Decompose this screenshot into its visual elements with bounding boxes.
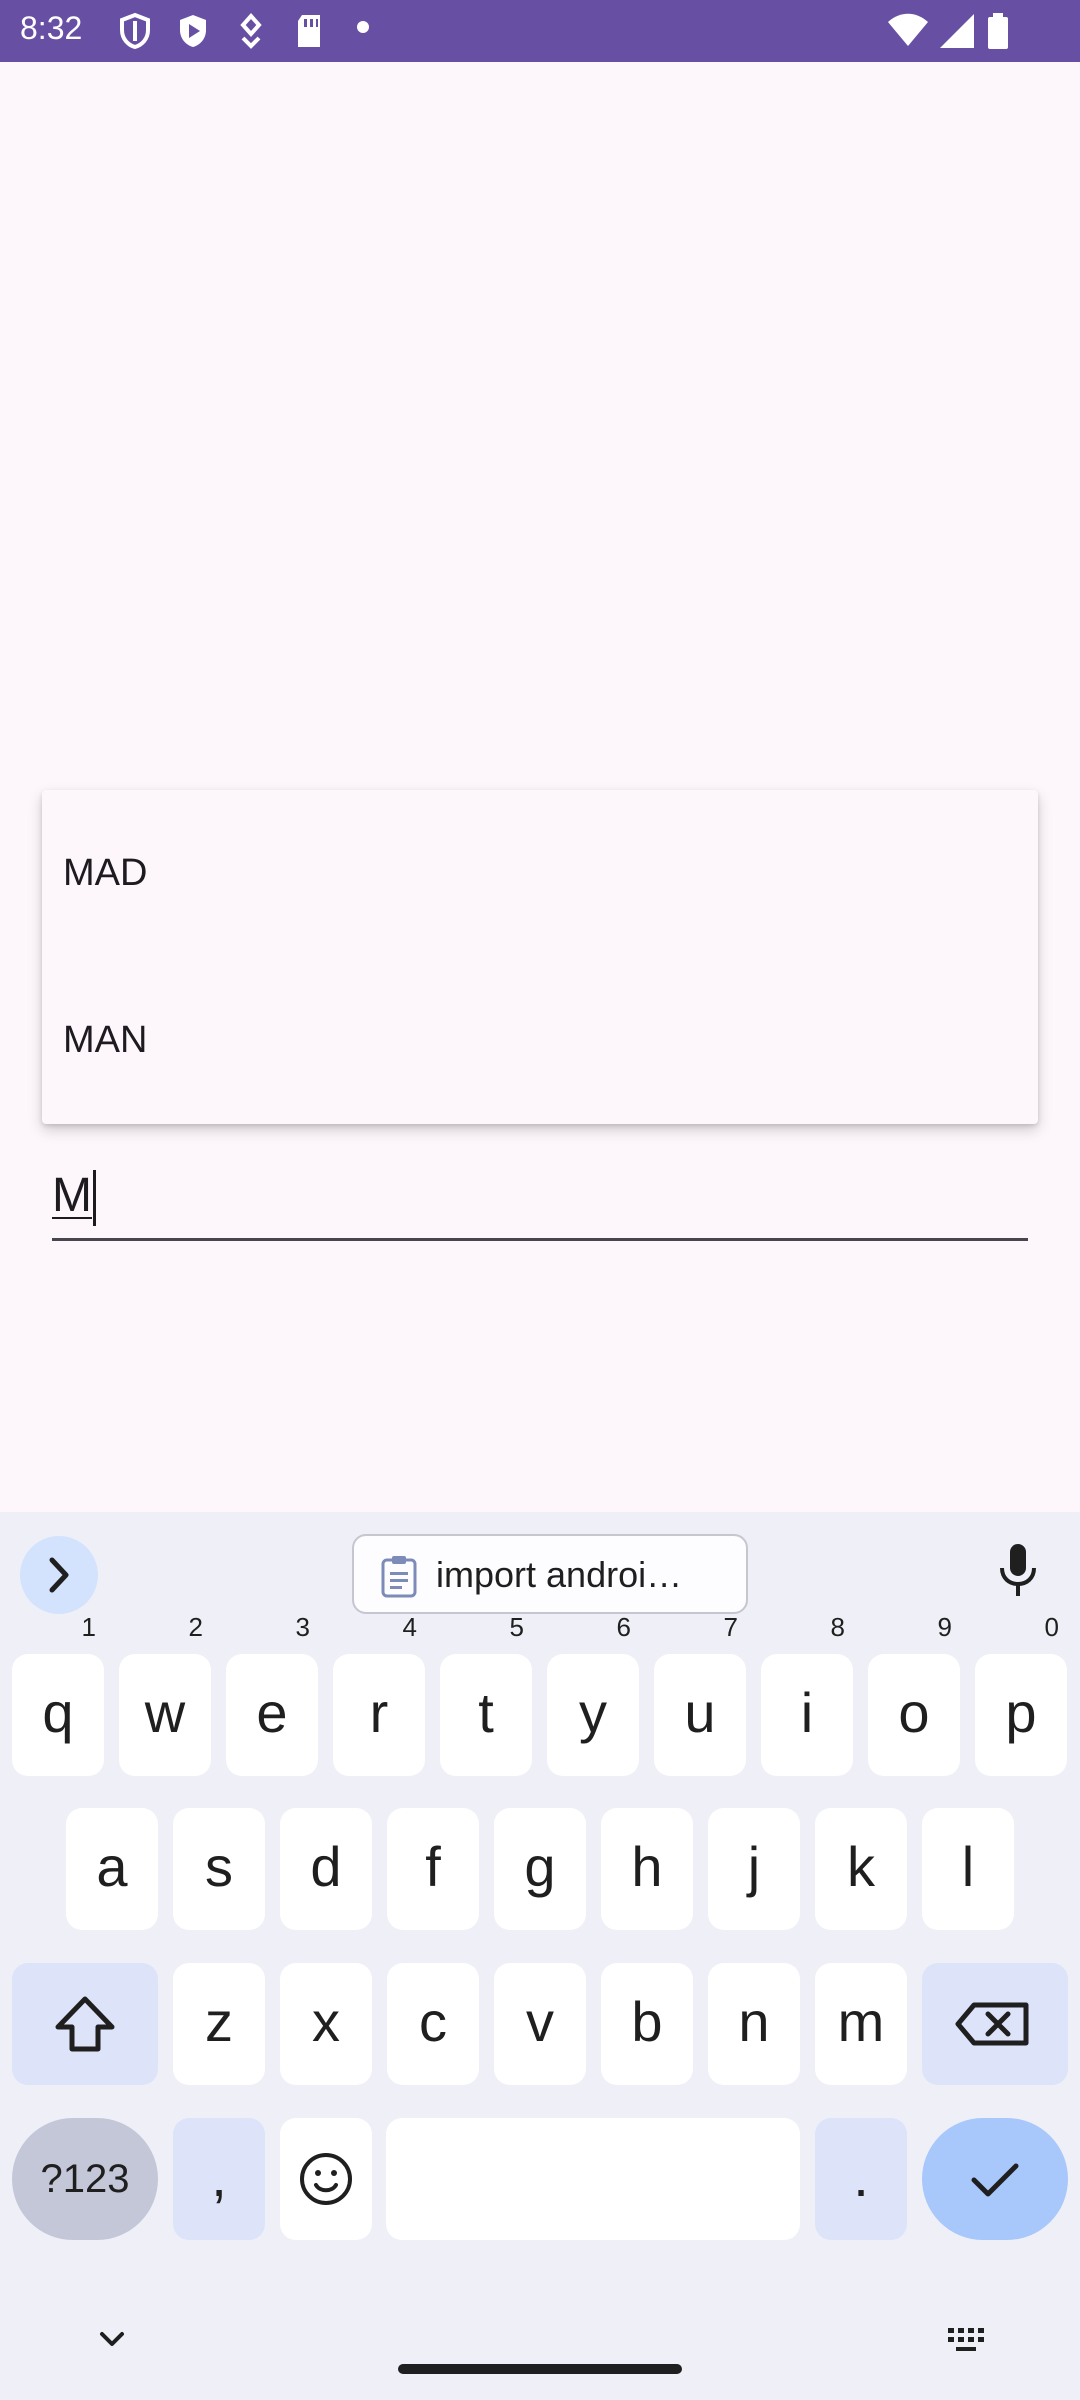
key-x[interactable]: x xyxy=(280,1963,372,2085)
key-label: t xyxy=(478,1681,494,1744)
key-label: q xyxy=(42,1681,74,1744)
key-hint: 2 xyxy=(188,1612,203,1642)
key-o[interactable]: 9o xyxy=(868,1614,960,1776)
key-label: e xyxy=(256,1681,288,1744)
key-hint: 5 xyxy=(509,1612,524,1642)
status-time: 8:32 xyxy=(20,10,83,46)
key-m[interactable]: m xyxy=(815,1963,907,2085)
key-z[interactable]: z xyxy=(173,1963,265,2085)
chevron-down-icon[interactable] xyxy=(92,2320,132,2360)
key-y[interactable]: 6y xyxy=(547,1614,639,1776)
key-hint: 4 xyxy=(402,1612,417,1642)
key-hint: 1 xyxy=(81,1612,96,1642)
key-f[interactable]: f xyxy=(387,1808,479,1930)
key-r[interactable]: 4r xyxy=(333,1614,425,1776)
clipboard-suggestion-chip[interactable]: import androi… xyxy=(352,1534,748,1614)
check-icon xyxy=(971,2163,1019,2197)
expand-toolbar-button[interactable] xyxy=(20,1536,98,1614)
backspace-key[interactable] xyxy=(922,1963,1068,2085)
accessibility-icon xyxy=(240,12,262,49)
key-w[interactable]: 2w xyxy=(119,1614,211,1776)
key-q[interactable]: 1q xyxy=(12,1614,104,1776)
play-protect-icon xyxy=(180,15,206,47)
key-hint: 7 xyxy=(723,1612,738,1642)
shift-key[interactable] xyxy=(12,1963,158,2085)
shift-icon xyxy=(55,1996,115,2052)
clipboard-icon xyxy=(381,1556,417,1598)
key-label: u xyxy=(684,1681,716,1744)
text-field-value: M xyxy=(52,1169,92,1222)
key-l[interactable]: l xyxy=(922,1808,1014,1930)
autocomplete-text-field[interactable]: M xyxy=(52,1160,1028,1241)
mic-icon[interactable] xyxy=(996,1542,1040,1602)
key-label: i xyxy=(800,1681,814,1744)
key-hint: 0 xyxy=(1044,1612,1059,1642)
key-k[interactable]: k xyxy=(815,1808,907,1930)
key-label: r xyxy=(369,1681,389,1744)
autocomplete-dropdown: MAD MAN xyxy=(42,790,1038,1124)
key-i[interactable]: 8i xyxy=(761,1614,853,1776)
emoji-key[interactable] xyxy=(280,2118,372,2240)
chevron-right-icon xyxy=(49,1557,69,1593)
emoji-icon xyxy=(300,2153,352,2205)
dropdown-item-mad[interactable]: MAD xyxy=(42,790,1038,957)
signal-icon xyxy=(940,14,974,48)
key-b[interactable]: b xyxy=(601,1963,693,2085)
key-h[interactable]: h xyxy=(601,1808,693,1930)
key-e[interactable]: 3e xyxy=(226,1614,318,1776)
key-a[interactable]: a xyxy=(66,1808,158,1930)
comma-key[interactable]: , xyxy=(173,2118,265,2240)
key-hint: 9 xyxy=(937,1612,952,1642)
key-s[interactable]: s xyxy=(173,1808,265,1930)
key-t[interactable]: 5t xyxy=(440,1614,532,1776)
status-bar: 8:32 xyxy=(0,0,1080,62)
notification-dot-icon xyxy=(357,21,369,33)
key-label: y xyxy=(579,1681,607,1744)
key-label: p xyxy=(1005,1681,1037,1744)
space-key[interactable] xyxy=(386,2118,800,2240)
key-n[interactable]: n xyxy=(708,1963,800,2085)
period-key[interactable]: . xyxy=(815,2118,907,2240)
key-label: w xyxy=(144,1681,186,1744)
text-caret xyxy=(93,1170,96,1226)
shield-icon xyxy=(120,12,150,50)
clipboard-suggestion-text: import androi… xyxy=(436,1554,683,1595)
symbols-key[interactable]: ?123 xyxy=(12,2118,158,2240)
key-label: o xyxy=(898,1681,930,1744)
home-gesture-bar[interactable] xyxy=(398,2364,682,2374)
battery-icon xyxy=(988,13,1008,49)
key-u[interactable]: 7u xyxy=(654,1614,746,1776)
key-p[interactable]: 0p xyxy=(975,1614,1067,1776)
wifi-icon xyxy=(888,13,928,46)
key-v[interactable]: v xyxy=(494,1963,586,2085)
key-hint: 6 xyxy=(616,1612,631,1642)
dropdown-item-man[interactable]: MAN xyxy=(42,957,1038,1124)
key-hint: 3 xyxy=(295,1612,310,1642)
key-c[interactable]: c xyxy=(387,1963,479,2085)
soft-keyboard: import androi… 1q 2w 3e 4r 5t 6y 7u 8i 9… xyxy=(0,1512,1080,2400)
done-key[interactable] xyxy=(922,2118,1068,2240)
key-d[interactable]: d xyxy=(280,1808,372,1930)
sd-card-icon xyxy=(298,15,320,47)
keyboard-icon[interactable] xyxy=(944,2320,992,2360)
app-content xyxy=(0,62,1080,1512)
backspace-icon xyxy=(955,2002,1029,2046)
key-hint: 8 xyxy=(830,1612,845,1642)
key-g[interactable]: g xyxy=(494,1808,586,1930)
key-j[interactable]: j xyxy=(708,1808,800,1930)
